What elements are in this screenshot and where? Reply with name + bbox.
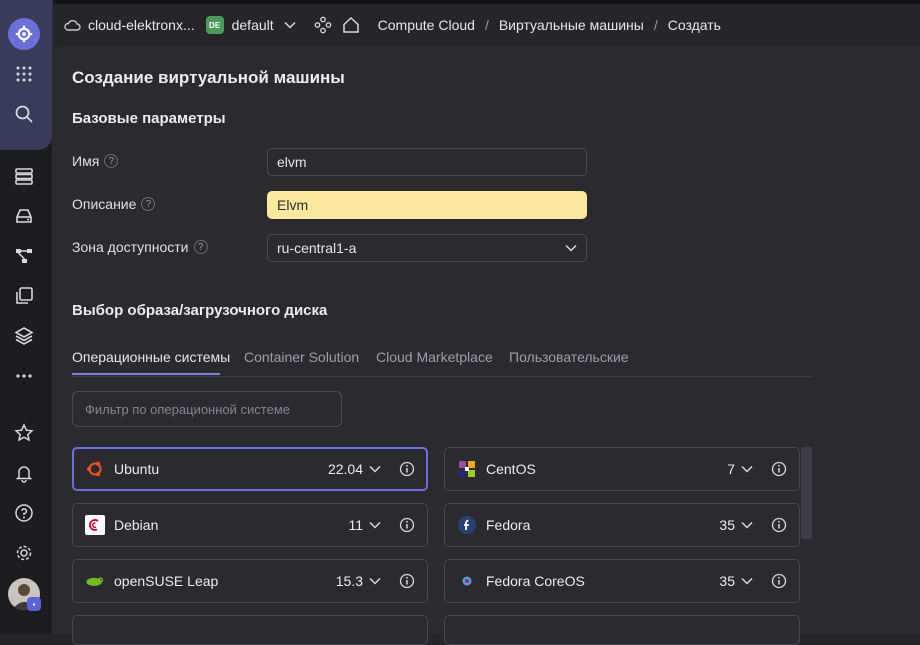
- search-icon[interactable]: [10, 100, 38, 128]
- chevron-down-icon[interactable]: [741, 462, 755, 476]
- os-version-select[interactable]: 22.04: [328, 461, 363, 477]
- info-icon[interactable]: [771, 461, 787, 477]
- services-map-button[interactable]: [314, 16, 332, 34]
- os-version-select[interactable]: 7: [727, 461, 735, 477]
- os-name: Fedora CoreOS: [486, 573, 585, 589]
- sidebar: ▪: [0, 0, 53, 634]
- chevron-down-icon: [565, 244, 577, 252]
- active-tab-indicator: [72, 373, 220, 375]
- zone-select-value: ru-central1-a: [277, 240, 357, 256]
- os-card-partial[interactable]: [444, 615, 800, 645]
- zone-label: Зона доступности ?: [72, 239, 208, 255]
- os-card-fedora-coreos[interactable]: Fedora CoreOS 35: [444, 559, 800, 603]
- folder-name: default: [231, 17, 274, 33]
- settings-gear-icon[interactable]: [10, 539, 38, 567]
- os-name: Ubuntu: [114, 461, 160, 477]
- name-input[interactable]: elvm: [267, 148, 587, 176]
- tab-container-solution[interactable]: Container Solution: [244, 349, 359, 365]
- basic-params-heading: Базовые параметры: [72, 110, 226, 127]
- cloud-logo-button[interactable]: [8, 18, 40, 50]
- help-icon[interactable]: [10, 499, 38, 527]
- copies-icon[interactable]: [10, 282, 38, 310]
- help-icon[interactable]: ?: [104, 154, 119, 168]
- breadcrumb-separator: /: [653, 17, 658, 33]
- image-section-heading: Выбор образа/загрузочного диска: [72, 302, 328, 319]
- os-name: Fedora: [486, 517, 531, 533]
- os-card-opensuse[interactable]: openSUSE Leap 15.3: [72, 559, 428, 603]
- folder-badge: DE: [205, 16, 224, 34]
- breadcrumb-virtual-machines[interactable]: Виртуальные машины: [499, 17, 644, 33]
- servers-icon[interactable]: [10, 162, 38, 190]
- breadcrumb-create: Создать: [667, 17, 721, 33]
- os-version-select[interactable]: 35: [719, 573, 735, 589]
- home-icon: [342, 16, 359, 33]
- os-card-fedora[interactable]: Fedora 35: [444, 503, 800, 547]
- tab-custom[interactable]: Пользовательские: [509, 349, 629, 365]
- os-name: openSUSE Leap: [114, 573, 219, 589]
- os-card-partial[interactable]: [72, 615, 428, 645]
- info-icon[interactable]: [771, 517, 787, 533]
- cloud-name: cloud-elektronx...: [88, 17, 195, 33]
- network-icon[interactable]: [10, 242, 38, 270]
- help-icon[interactable]: ?: [193, 240, 208, 254]
- chevron-down-icon[interactable]: [369, 518, 383, 532]
- chevron-down-icon[interactable]: [741, 574, 755, 588]
- description-input-value: Elvm: [277, 197, 309, 213]
- os-version-select[interactable]: 35: [719, 517, 735, 533]
- gear-logo-icon: [15, 25, 33, 43]
- os-version-select[interactable]: 11: [348, 517, 363, 533]
- bell-icon[interactable]: [10, 459, 38, 487]
- page-title: Создание виртуальной машины: [72, 68, 345, 87]
- info-icon[interactable]: [399, 461, 415, 477]
- description-input[interactable]: Elvm: [267, 191, 587, 219]
- name-input-value: elvm: [277, 154, 307, 170]
- avatar-badge-icon: ▪: [27, 597, 41, 611]
- chevron-down-icon[interactable]: [741, 518, 755, 532]
- os-name: CentOS: [486, 461, 536, 477]
- opensuse-logo-icon: [85, 571, 105, 591]
- services-grid-icon[interactable]: [10, 60, 38, 88]
- tab-cloud-marketplace[interactable]: Cloud Marketplace: [376, 349, 493, 365]
- os-card-debian[interactable]: Debian 11: [72, 503, 428, 547]
- breadcrumb-separator: /: [484, 17, 489, 33]
- zone-label-text: Зона доступности: [72, 239, 189, 255]
- name-label: Имя ?: [72, 153, 119, 169]
- nodes-icon: [314, 16, 332, 34]
- info-icon[interactable]: [399, 517, 415, 533]
- zone-select[interactable]: ru-central1-a: [267, 234, 587, 262]
- image-tabs: Операционные системы Container Solution …: [72, 345, 812, 377]
- ubuntu-logo-icon: [85, 459, 105, 479]
- name-label-text: Имя: [72, 153, 100, 169]
- chevron-down-icon[interactable]: [369, 574, 383, 588]
- star-icon[interactable]: [10, 419, 38, 447]
- folder-selector[interactable]: DE default: [205, 16, 296, 34]
- os-version-select[interactable]: 15.3: [336, 573, 363, 589]
- cloud-selector[interactable]: cloud-elektronx...: [63, 17, 195, 33]
- os-name: Debian: [114, 517, 159, 533]
- info-icon[interactable]: [771, 573, 787, 589]
- disk-icon[interactable]: [10, 202, 38, 230]
- cloud-icon: [64, 20, 81, 31]
- os-card-centos[interactable]: CentOS 7: [444, 447, 800, 491]
- centos-logo-icon: [457, 459, 477, 479]
- info-icon[interactable]: [399, 573, 415, 589]
- os-card-ubuntu[interactable]: Ubuntu 22.04: [72, 447, 428, 491]
- home-button[interactable]: [342, 16, 360, 34]
- chevron-down-icon[interactable]: [369, 462, 383, 476]
- os-list-scrollbar[interactable]: [801, 447, 812, 539]
- fedora-logo-icon: [457, 515, 477, 535]
- top-header: cloud-elektronx... DE default Compute Cl…: [53, 4, 920, 46]
- os-filter-input[interactable]: Фильтр по операционной системе: [72, 391, 342, 427]
- tab-operating-systems[interactable]: Операционные системы: [72, 349, 230, 365]
- breadcrumb-compute-cloud[interactable]: Compute Cloud: [378, 17, 475, 33]
- help-icon[interactable]: ?: [141, 197, 156, 211]
- description-label-text: Описание: [72, 196, 137, 212]
- chevron-down-icon: [284, 21, 296, 29]
- more-icon[interactable]: [10, 362, 38, 390]
- layers-icon[interactable]: [10, 322, 38, 350]
- description-label: Описание ?: [72, 196, 156, 212]
- debian-logo-icon: [85, 515, 105, 535]
- os-filter-placeholder: Фильтр по операционной системе: [85, 401, 290, 417]
- fedora-coreos-logo-icon: [457, 571, 477, 591]
